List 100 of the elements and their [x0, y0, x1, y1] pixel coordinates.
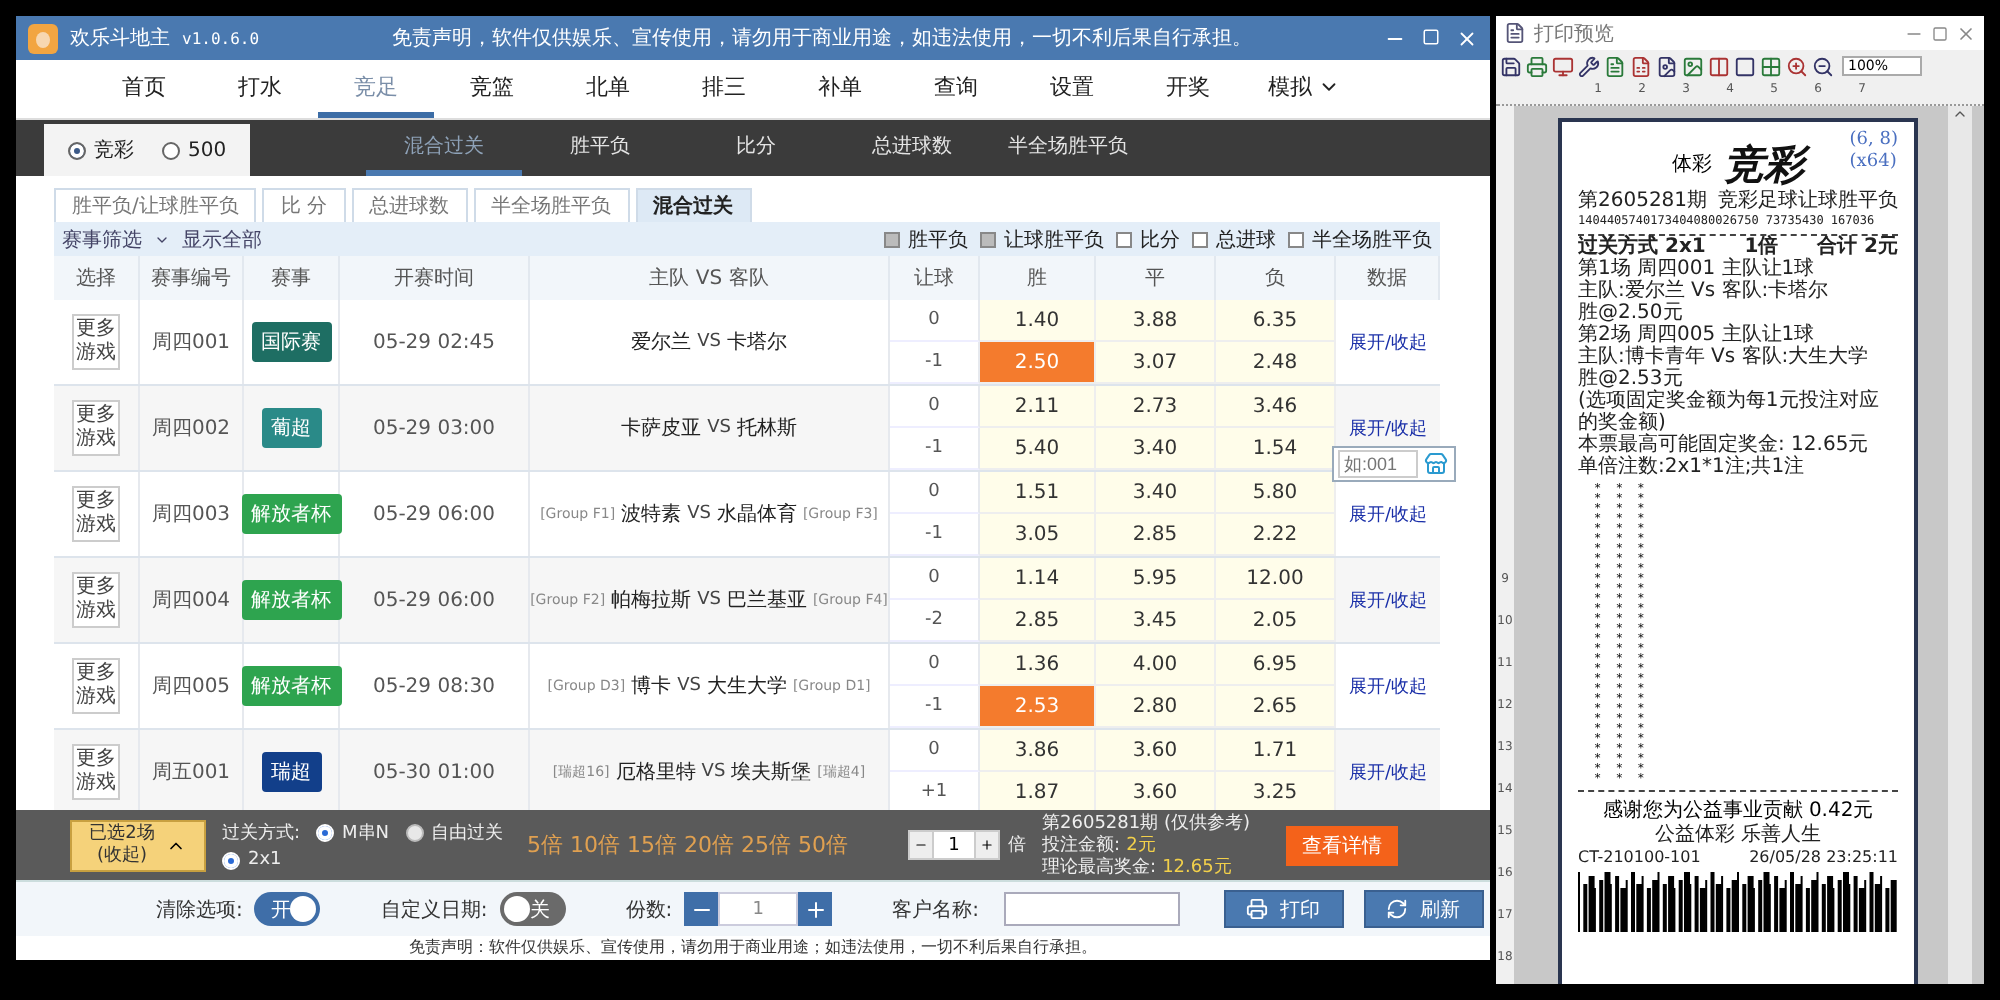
more-games-button[interactable]: 更多游戏: [72, 314, 120, 370]
combo-radio[interactable]: 2x1: [222, 850, 282, 870]
odds-cell[interactable]: 5.40: [980, 428, 1096, 470]
odds-cell[interactable]: 3.40: [1096, 428, 1216, 470]
inner-tab[interactable]: 半全场胜平负: [473, 188, 630, 222]
more-games-button[interactable]: 更多游戏: [72, 400, 120, 456]
increase-button[interactable]: [798, 892, 833, 926]
inner-tab[interactable]: 混合过关: [635, 188, 752, 222]
copies-field[interactable]: 1: [718, 892, 799, 926]
odds-cell[interactable]: 3.40: [1096, 472, 1216, 514]
odds-cell[interactable]: 5.80: [1216, 472, 1336, 514]
store-icon[interactable]: [1424, 452, 1448, 476]
expand-collapse-link[interactable]: 展开/收起: [1348, 673, 1428, 699]
multiple-field[interactable]: 1: [934, 830, 975, 860]
more-games-button[interactable]: 更多游戏: [72, 658, 120, 714]
more-games-button[interactable]: 更多游戏: [72, 486, 120, 542]
play-tab[interactable]: 胜平负: [522, 120, 679, 176]
expand-collapse-link[interactable]: 展开/收起: [1348, 415, 1428, 441]
close-icon[interactable]: [1456, 27, 1478, 49]
expand-collapse-link[interactable]: 展开/收起: [1348, 501, 1428, 527]
odds-cell[interactable]: 2.05: [1216, 600, 1336, 642]
nav-tab[interactable]: 打水: [202, 60, 318, 118]
odds-cell[interactable]: 2.80: [1096, 686, 1216, 728]
odds-cell[interactable]: 2.22: [1216, 514, 1336, 556]
play-tab[interactable]: 半全场胜平负: [990, 120, 1147, 176]
nav-tab[interactable]: 排三: [666, 60, 782, 118]
image-icon[interactable]: [1682, 55, 1704, 77]
filter-checkbox[interactable]: 比分: [1116, 225, 1180, 253]
columns-icon[interactable]: [1708, 55, 1730, 77]
decrease-button[interactable]: [684, 892, 719, 926]
play-tab[interactable]: 比分: [678, 120, 835, 176]
odds-cell[interactable]: 2.11: [980, 386, 1096, 428]
odds-cell[interactable]: 4.00: [1096, 644, 1216, 686]
odds-cell[interactable]: 3.60: [1096, 730, 1216, 772]
nav-tab[interactable]: 开奖: [1130, 60, 1246, 118]
source-radio[interactable]: 500: [162, 139, 227, 161]
inner-tab[interactable]: 比 分: [262, 188, 346, 222]
odds-cell[interactable]: 3.45: [1096, 600, 1216, 642]
odds-cell[interactable]: 1.87: [980, 772, 1096, 810]
odds-cell[interactable]: 1.36: [980, 644, 1096, 686]
grid-icon[interactable]: [1760, 55, 1782, 77]
play-tab[interactable]: 混合过关: [366, 120, 523, 176]
filter-checkbox[interactable]: 总进球: [1192, 225, 1276, 253]
mode-radio[interactable]: 自由过关: [405, 820, 504, 846]
expand-collapse-link[interactable]: 展开/收起: [1348, 587, 1428, 613]
source-radio[interactable]: 竞彩: [68, 136, 134, 164]
close-icon[interactable]: [1956, 23, 1976, 43]
filter-checkbox[interactable]: 半全场胜平负: [1288, 225, 1432, 253]
refresh-button[interactable]: 刷新: [1363, 890, 1483, 928]
odds-cell[interactable]: 5.95: [1096, 558, 1216, 600]
filter-label[interactable]: 赛事筛选: [62, 225, 142, 253]
odds-cell[interactable]: 2.48: [1216, 342, 1336, 384]
expand-collapse-link[interactable]: 展开/收起: [1348, 329, 1428, 355]
odds-cell[interactable]: 12.00: [1216, 558, 1336, 600]
code-search-field[interactable]: 如:001: [1338, 450, 1418, 478]
odds-cell[interactable]: 2.85: [1096, 514, 1216, 556]
odds-cell[interactable]: 3.46: [1216, 386, 1336, 428]
document-icon[interactable]: [1604, 55, 1626, 77]
print-button[interactable]: 打印: [1223, 890, 1343, 928]
odds-cell[interactable]: 2.73: [1096, 386, 1216, 428]
wrench-icon[interactable]: [1578, 55, 1600, 77]
spreadsheet-icon[interactable]: [1630, 55, 1652, 77]
odds-cell[interactable]: 3.88: [1096, 300, 1216, 342]
zoom-in-icon[interactable]: [1786, 55, 1808, 77]
odds-cell[interactable]: 3.60: [1096, 772, 1216, 810]
odds-cell[interactable]: 2.85: [980, 600, 1096, 642]
nav-tab[interactable]: 竞篮: [434, 60, 550, 118]
odds-cell[interactable]: 1.54: [1216, 428, 1336, 470]
nav-tab[interactable]: 北单: [550, 60, 666, 118]
printer-icon[interactable]: [1526, 55, 1548, 77]
odds-cell[interactable]: 1.40: [980, 300, 1096, 342]
maximize-icon[interactable]: [1932, 25, 1948, 41]
page-icon[interactable]: [1734, 55, 1756, 77]
odds-cell[interactable]: 1.51: [980, 472, 1096, 514]
more-games-button[interactable]: 更多游戏: [72, 572, 120, 628]
save-icon[interactable]: [1500, 55, 1522, 77]
filter-checkbox[interactable]: 让球胜平负: [980, 225, 1104, 253]
date-switch[interactable]: 关: [499, 892, 566, 926]
odds-cell[interactable]: 3.07: [1096, 342, 1216, 384]
nav-tab[interactable]: 模拟: [1246, 60, 1362, 118]
filter-checkbox[interactable]: 胜平负: [884, 225, 968, 253]
customer-field[interactable]: [1003, 892, 1179, 926]
decrease-button[interactable]: [908, 830, 935, 860]
mode-radio[interactable]: M串N: [316, 820, 390, 846]
inner-tab[interactable]: 胜平负/让球胜平负: [54, 188, 257, 222]
inner-tab[interactable]: 总进球数: [351, 188, 468, 222]
selected-matches-button[interactable]: 已选2场 (收起): [70, 819, 206, 871]
nav-tab[interactable]: 设置: [1014, 60, 1130, 118]
expand-collapse-link[interactable]: 展开/收起: [1348, 759, 1428, 785]
nav-tab[interactable]: 查询: [898, 60, 1014, 118]
clear-switch[interactable]: 开: [254, 892, 321, 926]
odds-cell[interactable]: 6.95: [1216, 644, 1336, 686]
monitor-icon[interactable]: [1552, 55, 1574, 77]
play-tab[interactable]: 总进球数: [834, 120, 991, 176]
odds-cell[interactable]: 3.05: [980, 514, 1096, 556]
more-games-button[interactable]: 更多游戏: [72, 744, 120, 800]
odds-cell[interactable]: 6.35: [1216, 300, 1336, 342]
odds-cell[interactable]: 1.71: [1216, 730, 1336, 772]
odds-cell[interactable]: 1.14: [980, 558, 1096, 600]
image-file-icon[interactable]: [1656, 55, 1678, 77]
